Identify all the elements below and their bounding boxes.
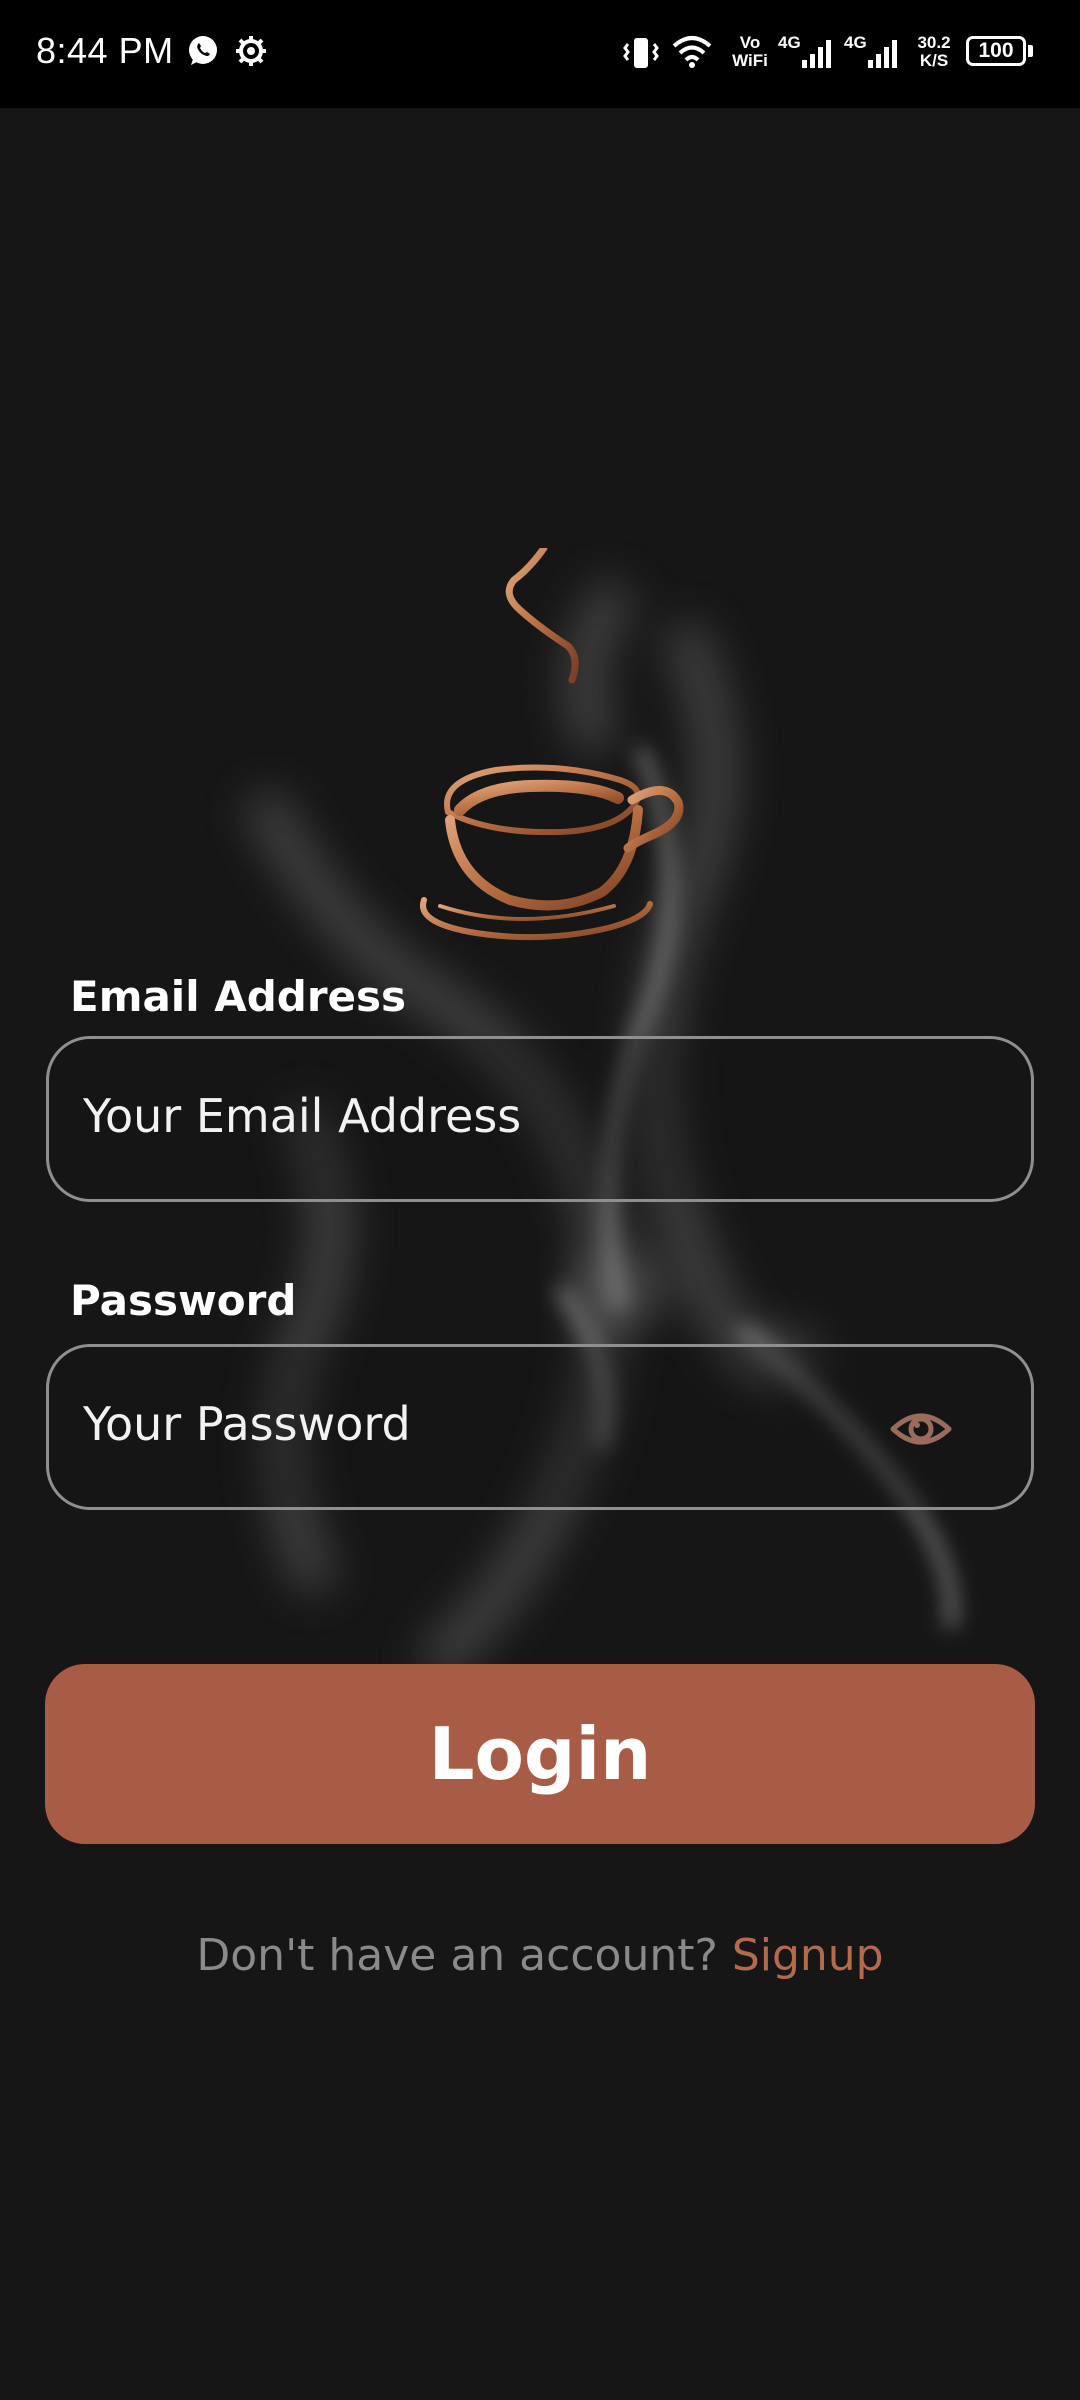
coffee-cup-icon (420, 548, 684, 941)
signal-icon (800, 38, 834, 74)
email-field[interactable]: Your Email Address (46, 1036, 1034, 1202)
network-speed: 30.2 K/S (912, 34, 956, 70)
speed-unit: K/S (919, 51, 949, 70)
signup-row: Don't have an account? Signup (0, 1930, 1080, 1981)
status-bar: 8:44 PM Vo WiFi 4G 4G 30.2 K/S 100 (0, 0, 1080, 108)
network-type-1: 4G (778, 33, 801, 52)
smoke-background (242, 576, 959, 1683)
network-type-2: 4G (844, 33, 867, 52)
speed-value: 30.2 (917, 33, 951, 52)
wifi-icon (672, 34, 712, 72)
email-label: Email Address (70, 972, 407, 1021)
status-time: 8:44 PM (36, 30, 174, 71)
vibrate-icon (622, 36, 660, 74)
vowifi-top: Vo (739, 33, 761, 52)
eye-icon[interactable] (889, 1397, 953, 1461)
signup-prompt: Don't have an account? (196, 1930, 718, 1981)
vowifi-bottom: WiFi (732, 51, 768, 70)
whatsapp-icon (186, 34, 220, 72)
email-placeholder: Your Email Address (83, 1089, 522, 1143)
vowifi-label: Vo WiFi (730, 34, 770, 70)
password-label: Password (70, 1276, 297, 1325)
password-placeholder: Your Password (83, 1397, 411, 1451)
password-field[interactable]: Your Password (46, 1344, 1034, 1510)
login-button[interactable]: Login (45, 1664, 1035, 1844)
settings-gear-icon (234, 34, 268, 72)
signup-link[interactable]: Signup (732, 1930, 884, 1981)
signal-icon (866, 38, 900, 74)
login-screen: Email Address Your Email Address Passwor… (0, 108, 1080, 2400)
battery-tip (1028, 45, 1033, 57)
login-button-label: Login (428, 1712, 652, 1796)
battery-indicator: 100 (966, 36, 1026, 66)
